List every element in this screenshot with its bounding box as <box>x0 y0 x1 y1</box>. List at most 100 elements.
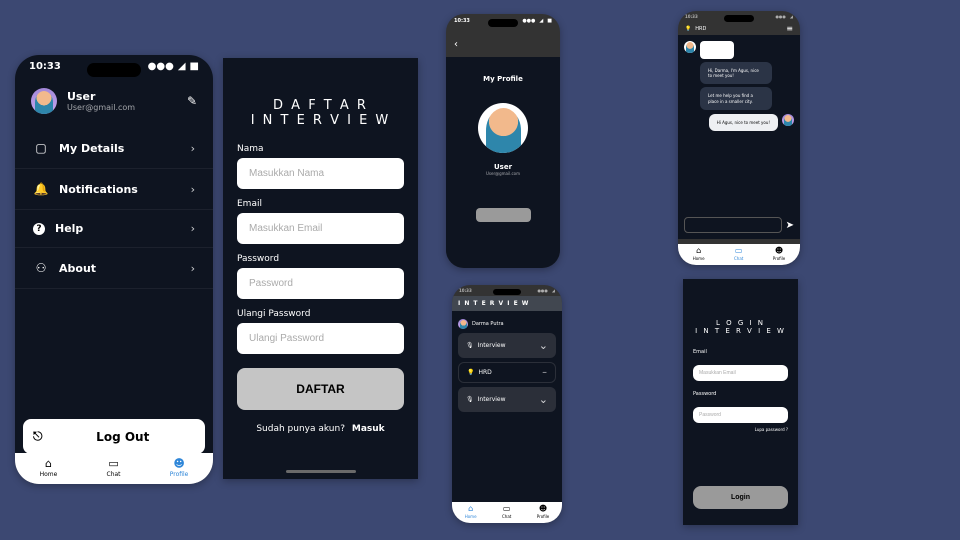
label-ulangi-password: Ulangi Password <box>237 309 404 319</box>
user-email: User@gmail.com <box>67 103 177 112</box>
label-email: Email <box>237 199 404 209</box>
tab-chat[interactable]: ▭Chat <box>107 457 121 478</box>
msg-out: Hi Agus, nice to meet you! <box>709 114 778 131</box>
register-title-2: I N T E R V I E W <box>223 113 418 128</box>
send-icon[interactable]: ➤ <box>786 220 794 231</box>
status-time: 10:33 <box>29 61 61 72</box>
chat-image <box>700 41 734 59</box>
profile-action-button[interactable] <box>476 208 531 222</box>
screen-interview-list: 10:33●●●◢ I N T E R V I E W Darma Putra … <box>452 285 562 523</box>
edit-icon[interactable]: ✎ <box>187 94 197 108</box>
avatar <box>782 114 794 126</box>
row-help[interactable]: ?Help› <box>15 210 213 248</box>
msg-in: Hi, Darma, I'm Agus, nice to meet you! <box>700 62 772 84</box>
chat-icon: ▭ <box>734 246 743 255</box>
mic-icon: 🎙 <box>466 342 474 349</box>
row-notifications[interactable]: 🔔Notifications› <box>15 169 213 210</box>
chat-header: 💡HRD ≡ <box>678 22 800 35</box>
tab-profile[interactable]: ☻Profile <box>537 504 549 519</box>
daftar-button[interactable]: DAFTAR <box>237 368 404 410</box>
chat-input[interactable] <box>684 217 782 233</box>
avatar <box>31 88 57 114</box>
chat-row-in: Hi, Darma, I'm Agus, nice to meet you! L… <box>684 41 794 110</box>
tab-home[interactable]: ⌂Home <box>40 457 58 478</box>
tab-profile[interactable]: ☻Profile <box>170 457 189 478</box>
login-button[interactable]: Login <box>693 486 788 509</box>
label-email: Email <box>693 349 788 355</box>
tab-bar: ⌂Home ▭Chat ☻Profile <box>15 453 213 484</box>
avatar <box>478 103 528 153</box>
menu-icon[interactable]: ≡ <box>786 24 793 33</box>
chevron-right-icon: › <box>191 262 195 275</box>
profile-icon: ☻ <box>170 457 189 470</box>
input-password[interactable] <box>693 407 788 423</box>
user-name: User <box>67 90 177 103</box>
input-password[interactable] <box>237 268 404 299</box>
profile-title: My Profile <box>456 75 550 83</box>
profile-icon: ☻ <box>773 246 785 255</box>
mic-icon: 🎙 <box>466 396 474 403</box>
row-my-details[interactable]: ▢My Details› <box>15 128 213 169</box>
chevron-right-icon: › <box>191 183 195 196</box>
people-icon: ⚇ <box>33 260 49 276</box>
screen-register: D A F T A R I N T E R V I E W Nama Email… <box>223 58 418 479</box>
input-email[interactable] <box>237 213 404 244</box>
tab-profile[interactable]: ☻Profile <box>773 246 785 261</box>
chat-row-out: Hi Agus, nice to meet you! <box>684 114 794 131</box>
home-icon: ⌂ <box>693 246 705 255</box>
hrd-chip[interactable]: 💡HRD− <box>458 362 556 383</box>
help-icon: ? <box>33 223 45 235</box>
label-password: Password <box>693 391 788 397</box>
have-account-text: Sudah punya akun? <box>256 424 345 434</box>
user-header: User User@gmail.com ✎ <box>15 74 213 128</box>
tab-home[interactable]: ⌂Home <box>693 246 705 261</box>
screen-chat: 10:33●●●◢ 💡HRD ≡ Hi, Darma, I'm Agus, ni… <box>678 11 800 265</box>
tab-chat[interactable]: ▭Chat <box>502 504 511 519</box>
list-user: Darma Putra <box>458 319 556 329</box>
status-bar: 10:33●●●◢ <box>678 11 800 22</box>
chat-icon: ▭ <box>107 457 121 470</box>
chat-icon: ▭ <box>502 504 511 513</box>
chevron-down-icon: ⌄ <box>539 339 548 352</box>
home-indicator <box>286 470 356 473</box>
forgot-password-link[interactable]: Lupa password ? <box>693 427 788 432</box>
screen-my-profile: 10:33 ●●●◢■ ‹ My Profile User User@gmail… <box>446 14 560 268</box>
masuk-link[interactable]: Masuk <box>352 424 385 434</box>
status-bar: 10:33●●●◢ <box>452 285 562 296</box>
avatar <box>684 41 696 53</box>
interview-title: I N T E R V I E W <box>452 296 562 311</box>
input-nama[interactable] <box>237 158 404 189</box>
logout-button[interactable]: ⎋ Log Out <box>23 419 205 454</box>
bulb-icon: 💡 <box>685 26 691 32</box>
label-nama: Nama <box>237 144 404 154</box>
interview-chip[interactable]: 🎙Interview⌄ <box>458 333 556 358</box>
avatar <box>458 319 468 329</box>
notch <box>488 19 518 27</box>
tab-chat[interactable]: ▭Chat <box>734 246 743 261</box>
input-ulangi-password[interactable] <box>237 323 404 354</box>
bulb-icon: 💡 <box>467 369 474 376</box>
minus-icon: − <box>542 369 547 376</box>
profile-name: User <box>456 163 550 171</box>
login-title-2: I N T E R V I E W <box>683 327 798 335</box>
screen-profile-settings: 10:33 ●●●◢■ User User@gmail.com ✎ ▢My De… <box>15 55 213 484</box>
chevron-right-icon: › <box>191 222 195 235</box>
tab-home[interactable]: ⌂Home <box>465 504 477 519</box>
label-password: Password <box>237 254 404 264</box>
interview-chip[interactable]: 🎙Interview⌄ <box>458 387 556 412</box>
input-email[interactable] <box>693 365 788 381</box>
home-icon: ⌂ <box>40 457 58 470</box>
profile-icon: ☻ <box>537 504 549 513</box>
login-title-1: L O G I N <box>683 319 798 327</box>
profile-email: User@gmail.com <box>456 171 550 176</box>
row-about[interactable]: ⚇About› <box>15 248 213 289</box>
details-icon: ▢ <box>33 140 49 156</box>
bell-icon: 🔔 <box>33 181 49 197</box>
tab-bar: ⌂Home ▭Chat ☻Profile <box>452 502 562 523</box>
logout-icon: ⎋ <box>33 429 43 444</box>
chevron-right-icon: › <box>191 142 195 155</box>
screen-login: L O G I N I N T E R V I E W Email Passwo… <box>683 279 798 525</box>
chevron-down-icon: ⌄ <box>539 393 548 406</box>
home-icon: ⌂ <box>465 504 477 513</box>
back-icon[interactable]: ‹ <box>454 39 458 50</box>
